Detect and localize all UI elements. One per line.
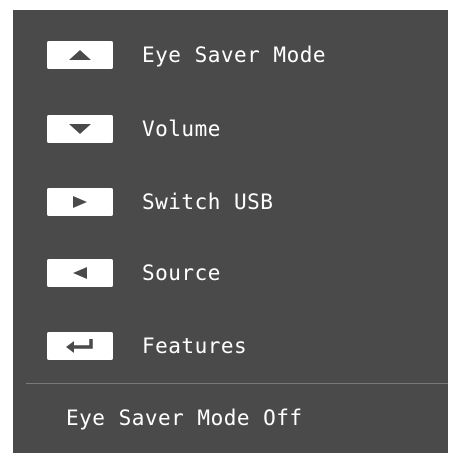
triangle-down-icon [69,124,91,134]
triangle-left-icon [73,267,87,279]
eye-saver-mode-status: Eye Saver Mode Off [66,406,303,430]
triangle-right-icon [73,196,87,208]
up-key-button[interactable] [47,41,113,69]
menu-item-label: Source [142,261,221,285]
menu-item-switch-usb[interactable]: Switch USB [47,182,427,222]
menu-item-label: Eye Saver Mode [142,43,327,67]
divider [26,383,448,384]
menu-item-features[interactable]: Features [47,326,427,366]
menu-item-label: Volume [142,117,221,141]
left-key-button[interactable] [47,259,113,287]
osd-menu-panel: Eye Saver Mode Volume Switch USB Source [13,10,448,453]
right-key-button[interactable] [47,188,113,216]
menu-item-label: Switch USB [142,190,274,214]
menu-item-eye-saver-mode[interactable]: Eye Saver Mode [47,35,427,75]
return-arrow-icon [66,339,93,353]
enter-key-button[interactable] [47,332,113,360]
menu-item-source[interactable]: Source [47,253,427,293]
menu-item-volume[interactable]: Volume [47,109,427,149]
down-key-button[interactable] [47,115,113,143]
triangle-up-icon [69,50,91,60]
menu-item-label: Features [142,334,248,358]
